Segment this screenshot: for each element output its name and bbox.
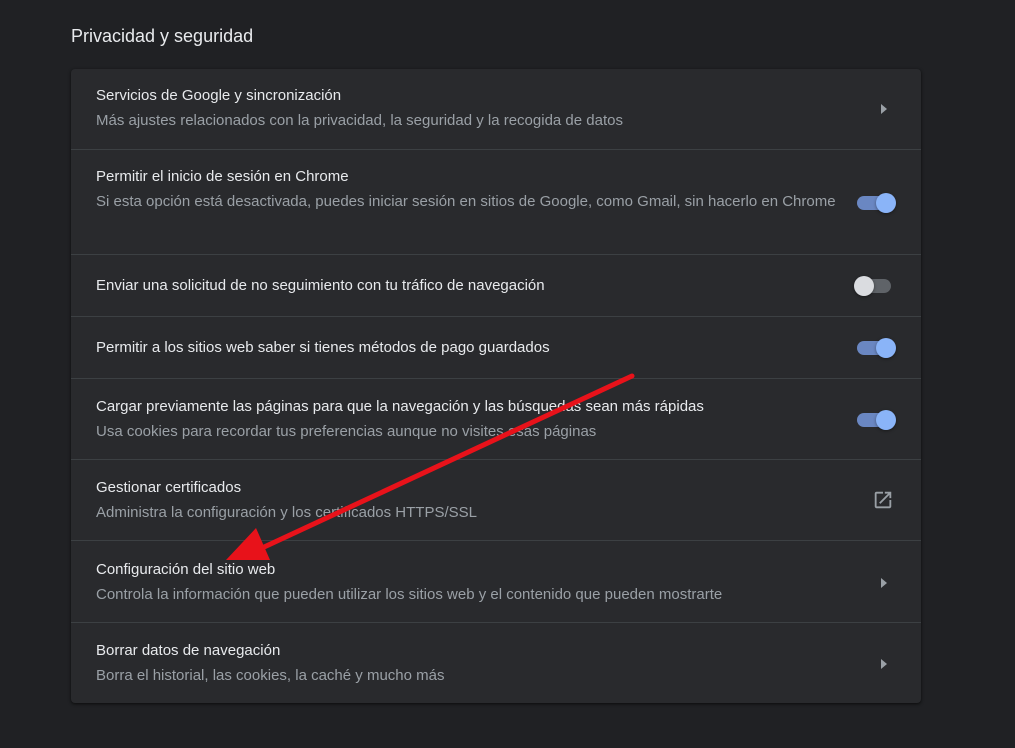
row-allow-chrome-signin: Permitir el inicio de sesión en Chrome S… [71,149,921,254]
open-in-new-icon[interactable] [872,489,894,511]
row-subtitle: Administra la configuración y los certif… [96,504,477,521]
row-manage-certificates[interactable]: Gestionar certificados Administra la con… [71,459,921,540]
row-subtitle: Si esta opción está desactivada, puedes … [96,193,836,210]
toggle-knob [876,338,896,358]
row-subtitle: Usa cookies para recordar tus preferenci… [96,423,597,440]
row-subtitle: Controla la información que pueden utili… [96,586,723,603]
toggle-knob [876,410,896,430]
privacy-settings-card: Servicios de Google y sincronización Más… [71,69,921,703]
row-google-services[interactable]: Servicios de Google y sincronización Más… [71,69,921,149]
row-title: Enviar una solicitud de no seguimiento c… [96,277,545,294]
row-site-settings[interactable]: Configuración del sitio web Controla la … [71,540,921,622]
row-title: Permitir a los sitios web saber si tiene… [96,339,550,356]
chevron-right-icon[interactable] [877,102,891,116]
row-subtitle: Más ajustes relacionados con la privacid… [96,112,623,129]
row-title: Permitir el inicio de sesión en Chrome [96,168,349,185]
row-preload-pages: Cargar previamente las páginas para que … [71,378,921,459]
toggle-payment-methods[interactable] [857,338,897,358]
section-title: Privacidad y seguridad [71,26,254,46]
row-subtitle: Borra el historial, las cookies, la cach… [96,667,445,684]
row-do-not-track: Enviar una solicitud de no seguimiento c… [71,254,921,316]
toggle-preload-pages[interactable] [857,410,897,430]
chevron-right-icon[interactable] [877,657,891,671]
chevron-right-icon[interactable] [877,576,891,590]
toggle-allow-chrome-signin[interactable] [857,193,897,213]
row-title: Gestionar certificados [96,479,242,496]
row-payment-methods: Permitir a los sitios web saber si tiene… [71,316,921,378]
row-title: Borrar datos de navegación [96,642,281,659]
toggle-do-not-track[interactable] [854,276,897,296]
row-title: Configuración del sitio web [96,561,276,578]
toggle-knob [876,193,896,213]
toggle-knob [854,276,874,296]
row-title: Cargar previamente las páginas para que … [96,398,704,415]
row-clear-browsing-data[interactable]: Borrar datos de navegación Borra el hist… [71,622,921,703]
row-title: Servicios de Google y sincronización [96,87,342,104]
